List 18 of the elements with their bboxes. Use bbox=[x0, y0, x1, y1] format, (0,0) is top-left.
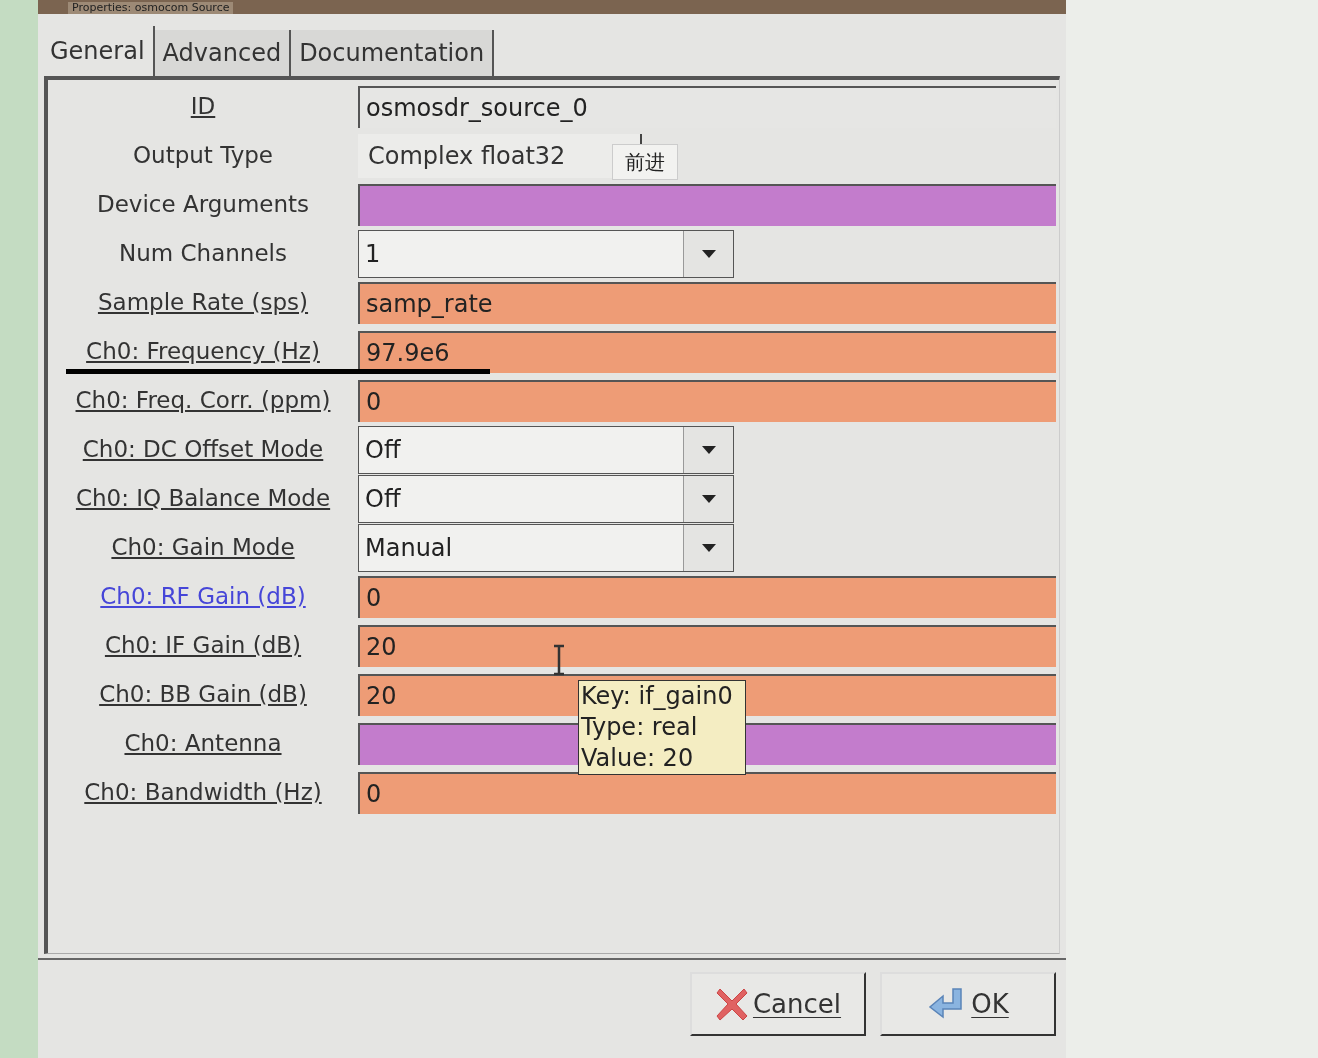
field-label: Ch0: DC Offset Mode bbox=[82, 435, 324, 465]
tooltip: Key: if_gain0 Type: real Value: 20 bbox=[578, 680, 746, 775]
window-title: Properties: osmocom Source bbox=[68, 2, 234, 14]
field-label: Ch0: Bandwidth (Hz) bbox=[84, 778, 322, 808]
field-label: Device Arguments bbox=[96, 190, 310, 220]
field-label: Ch0: Frequency (Hz) bbox=[86, 337, 320, 367]
field-label: Ch0: Antenna bbox=[124, 729, 282, 759]
field-label: Num Channels bbox=[119, 239, 287, 269]
field-label: Ch0: Gain Mode bbox=[111, 533, 295, 563]
field-label: Ch0: IF Gain (dB) bbox=[104, 631, 302, 661]
field-label: Ch0: RF Gain (dB) bbox=[100, 582, 306, 612]
field-label: Ch0: BB Gain (dB) bbox=[99, 680, 307, 710]
field-label: Ch0: IQ Balance Mode bbox=[75, 484, 331, 514]
field-label: ID bbox=[190, 92, 216, 122]
field-label: Output Type bbox=[132, 141, 273, 171]
field-label: Ch0: Freq. Corr. (ppm) bbox=[75, 386, 331, 416]
field-label: Sample Rate (sps) bbox=[97, 288, 309, 318]
tooltip: 前进 bbox=[612, 144, 678, 180]
